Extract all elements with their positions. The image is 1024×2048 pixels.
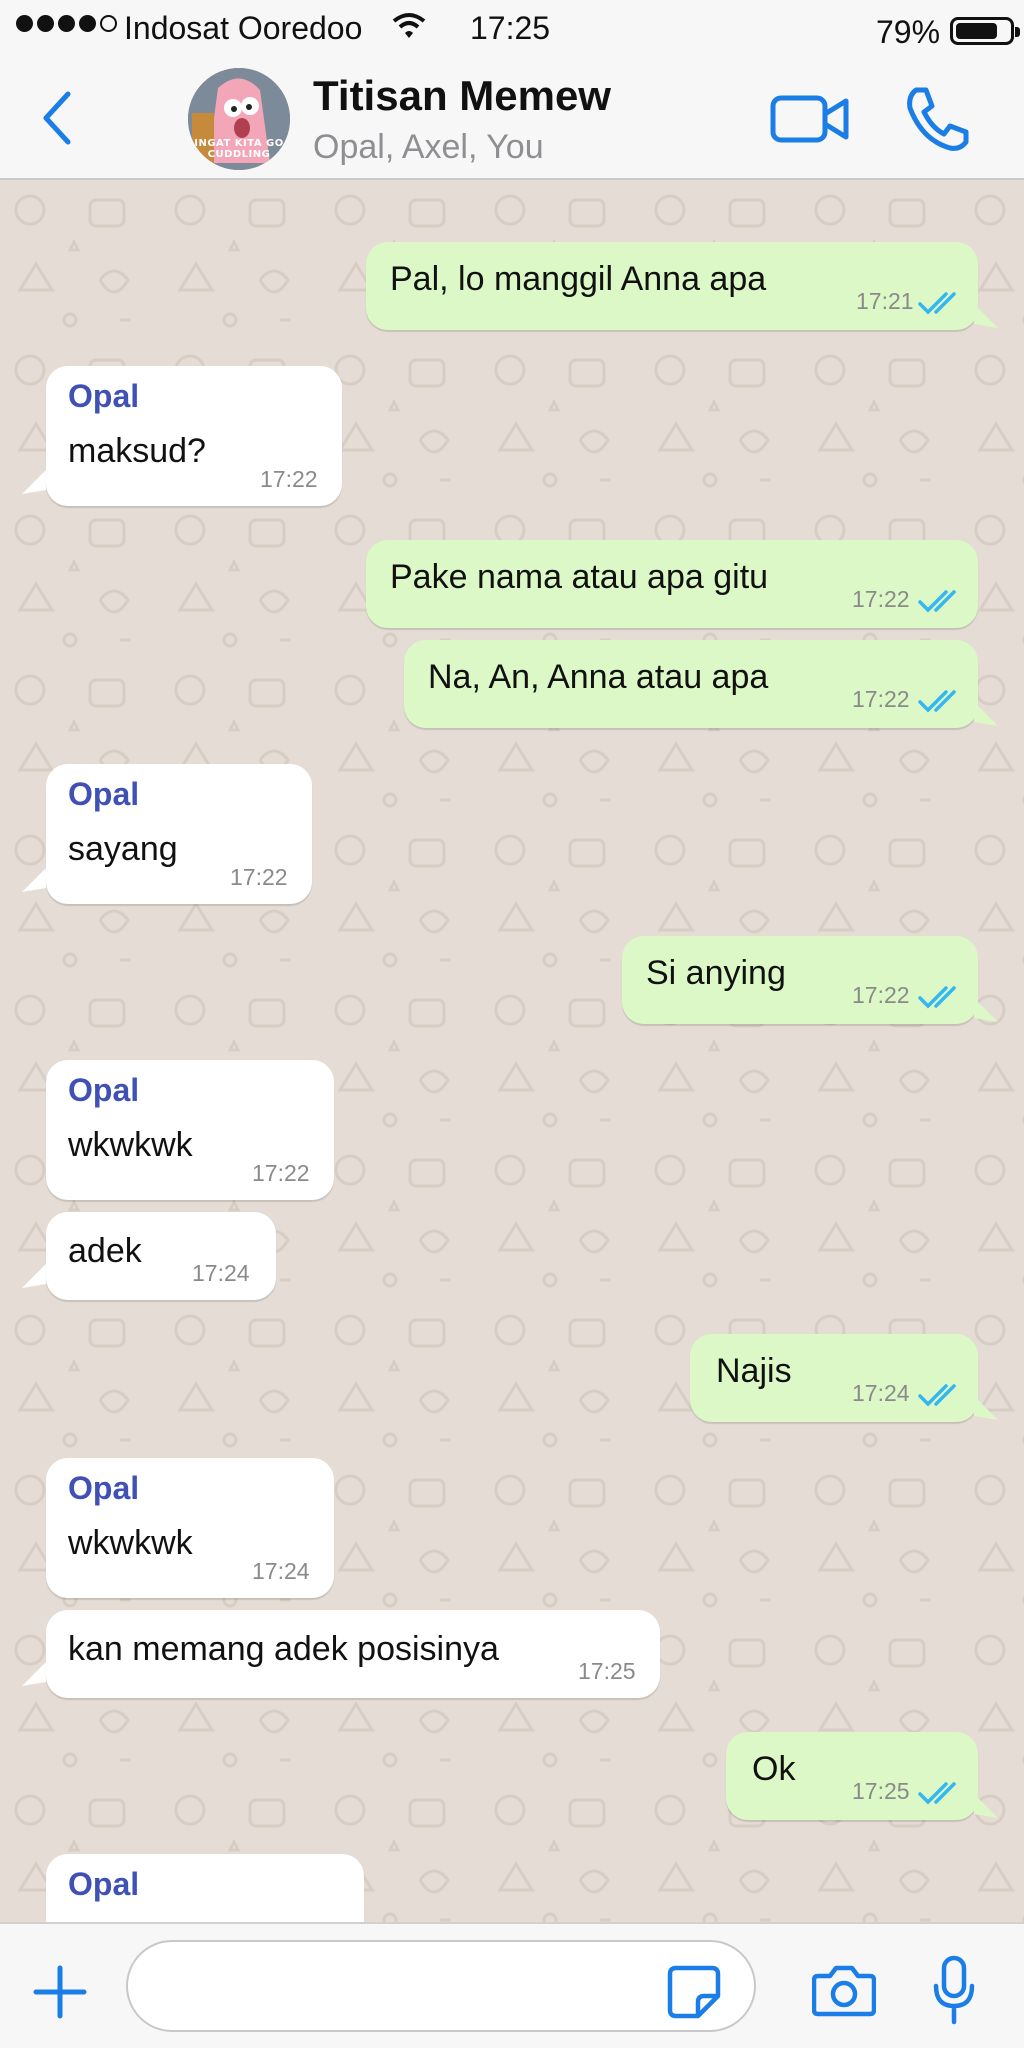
group-name[interactable]: Titisan Memew (313, 72, 611, 120)
message-input-bar (0, 1922, 1024, 2048)
sender-name[interactable]: Opal (68, 776, 139, 813)
read-receipt-icon (918, 1782, 956, 1805)
message-time: 17:25 (852, 1778, 910, 1804)
bubble-tail (974, 1794, 998, 1818)
bubble-tail (22, 470, 46, 494)
message-text: Si anying (646, 954, 786, 992)
message-bubble-incoming[interactable]: adek 17:24 (46, 1212, 276, 1300)
message-bubble-incoming[interactable]: kan memang adek posisinya 17:25 (46, 1610, 660, 1698)
chevron-left-icon[interactable] (38, 86, 78, 150)
message-text: Pal, lo manggil Anna apa (390, 260, 767, 298)
camera-icon[interactable] (812, 1962, 876, 2018)
avatar-caption: INGAT KITA GO CUDDLING (194, 138, 284, 160)
message-text: wkwkwk (68, 1126, 193, 1164)
video-call-icon[interactable] (770, 88, 850, 148)
message-text: sayang (68, 830, 178, 868)
signal-dots-icon (16, 15, 117, 32)
message-bubble-incoming[interactable]: Opal wkwkwk 17:22 (46, 1060, 334, 1200)
bubble-tail (974, 1396, 998, 1420)
bubble-tail (974, 702, 998, 726)
message-text: Najis (716, 1352, 792, 1390)
message-time: 17:22 (852, 586, 910, 612)
message-bubble-outgoing[interactable]: Ok 17:25 (726, 1732, 978, 1820)
message-bubble-outgoing[interactable]: Pake nama atau apa gitu 17:22 (366, 540, 978, 628)
mic-icon[interactable] (930, 1954, 978, 2026)
group-avatar[interactable]: INGAT KITA GO CUDDLING (188, 68, 290, 170)
message-time: 17:24 (852, 1380, 910, 1406)
message-text: maksud? (68, 432, 206, 470)
message-text: Na, An, Anna atau apa (428, 658, 769, 696)
message-bubble-outgoing[interactable]: Najis 17:24 (690, 1334, 978, 1422)
sender-name[interactable]: Opal (68, 1072, 139, 1109)
message-input[interactable] (126, 1940, 756, 2032)
message-time: 17:25 (578, 1658, 636, 1684)
sender-name[interactable]: Opal (68, 378, 139, 415)
read-receipt-icon (918, 292, 956, 315)
message-text: Ok (752, 1750, 796, 1788)
plus-icon[interactable] (32, 1964, 88, 2020)
message-time: 17:22 (852, 982, 910, 1008)
message-bubble-incoming[interactable]: Opal (46, 1854, 364, 1922)
sticker-icon[interactable] (666, 1964, 722, 2020)
message-bubble-incoming[interactable]: Opal maksud? 17:22 (46, 366, 342, 506)
bubble-tail (974, 998, 998, 1022)
message-text: kan memang adek posisinya (68, 1630, 499, 1668)
read-receipt-icon (918, 590, 956, 613)
read-receipt-icon (918, 986, 956, 1009)
carrier-name: Indosat Ooredoo (124, 10, 363, 46)
chat-area[interactable]: Pal, lo manggil Anna apa 17:21 Opal maks… (0, 180, 1024, 1922)
battery-percent: 79% (876, 14, 941, 50)
status-bar: Indosat Ooredoo 17:25 79% (0, 0, 1024, 58)
message-bubble-incoming[interactable]: Opal wkwkwk 17:24 (46, 1458, 334, 1598)
message-time: 17:22 (230, 864, 288, 890)
message-bubble-incoming[interactable]: Opal sayang 17:22 (46, 764, 312, 904)
sender-name[interactable]: Opal (68, 1866, 139, 1903)
bubble-tail (22, 868, 46, 892)
message-text: adek (68, 1232, 142, 1270)
read-receipt-icon (918, 1384, 956, 1407)
message-time: 17:21 (856, 288, 914, 314)
bubble-tail (22, 1662, 46, 1686)
wifi-icon (392, 13, 426, 38)
message-bubble-outgoing[interactable]: Si anying 17:22 (622, 936, 978, 1024)
message-text: Pake nama atau apa gitu (390, 558, 769, 596)
message-bubble-outgoing[interactable]: Pal, lo manggil Anna apa 17:21 (366, 242, 978, 330)
sender-name[interactable]: Opal (68, 1470, 139, 1507)
message-time: 17:24 (252, 1558, 310, 1584)
status-time: 17:25 (470, 10, 551, 46)
group-members[interactable]: Opal, Axel, You (313, 128, 544, 167)
message-time: 17:22 (852, 686, 910, 712)
battery-icon (950, 17, 1020, 45)
message-time: 17:22 (260, 466, 318, 492)
phone-call-icon[interactable] (902, 84, 970, 154)
chat-header: INGAT KITA GO CUDDLING Titisan Memew Opa… (0, 58, 1024, 180)
message-bubble-outgoing[interactable]: Na, An, Anna atau apa 17:22 (404, 640, 978, 728)
message-time: 17:24 (192, 1260, 250, 1286)
message-time: 17:22 (252, 1160, 310, 1186)
bubble-tail (22, 1264, 46, 1288)
bubble-tail (974, 304, 998, 328)
read-receipt-icon (918, 690, 956, 713)
message-text: wkwkwk (68, 1524, 193, 1562)
